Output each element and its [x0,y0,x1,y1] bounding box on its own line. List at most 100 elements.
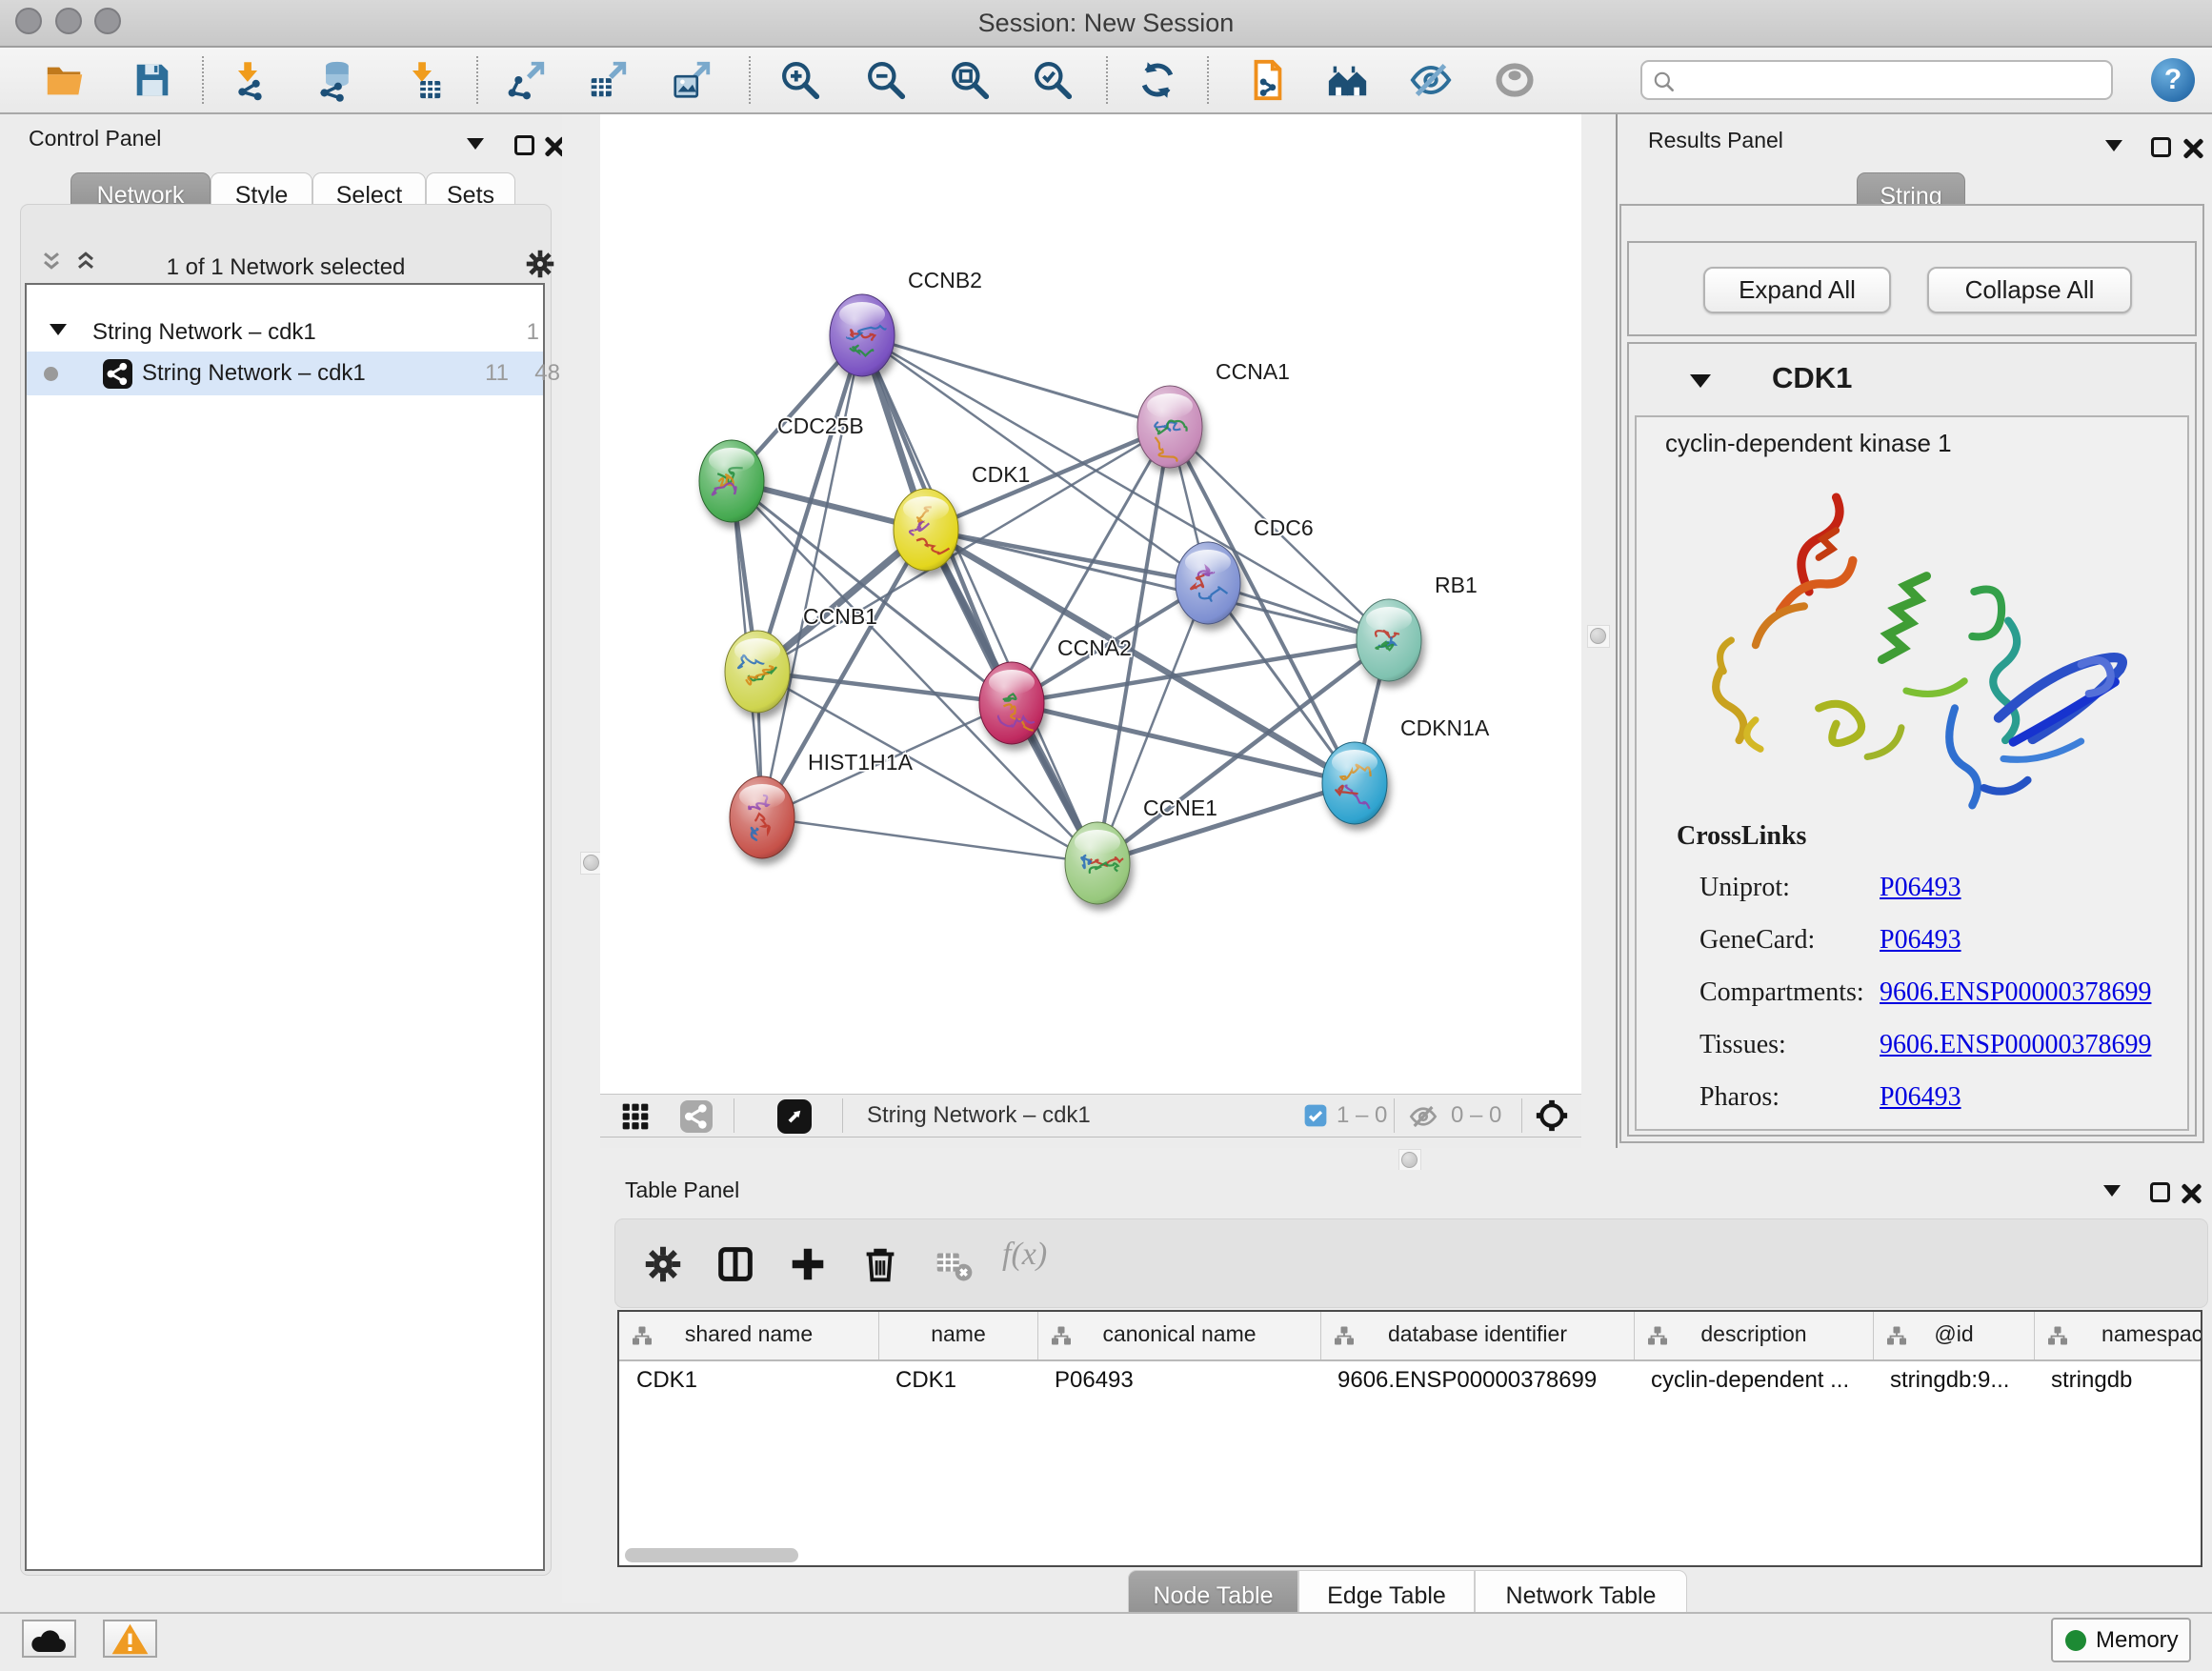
delete-column-icon[interactable] [858,1242,900,1284]
open-in-browser-icon[interactable] [1326,58,1370,102]
open-session-icon[interactable] [43,58,87,102]
zoom-selected-icon[interactable] [1031,58,1075,102]
toolbar-separator [749,56,751,104]
crosshair-icon[interactable] [1534,1097,1570,1134]
divider [1521,1098,1522,1133]
column-header-canonical-name[interactable]: canonical name [1037,1312,1320,1359]
panel-menu-icon[interactable] [2103,1185,2121,1197]
cell-shared-name: CDK1 [636,1367,876,1399]
node-label: CCNA1 [1216,359,1290,384]
birdseye-view-icon[interactable] [777,1099,812,1134]
save-session-icon[interactable] [131,58,174,102]
cytoscape-window: Session: New Session ? Control Panel Net… [0,0,2212,1671]
network-options-gear-icon[interactable] [523,247,557,281]
node-label: CDC25B [777,413,864,438]
warning-button[interactable] [103,1620,157,1658]
crosslink-label: Compartments: [1699,977,1864,1008]
column-header-description[interactable]: description [1634,1312,1873,1359]
node-RB1[interactable]: RB1 [1357,573,1478,681]
protein-description: cyclin-dependent kinase 1 [1665,429,1952,458]
edge-CCNB2-RB1 [862,335,1389,640]
right-splitter[interactable] [1581,114,1616,1148]
cell-name: CDK1 [895,1367,1036,1399]
network-row[interactable]: String Network – cdk1 11 48 [27,352,543,395]
node-label: RB1 [1435,573,1478,597]
table-settings-gear-icon[interactable] [641,1242,683,1284]
right-splitter-handle[interactable] [1587,625,1610,648]
zoom-fit-icon[interactable] [948,58,992,102]
function-builder-icon[interactable]: f(x) [1002,1237,1088,1278]
export-network-icon[interactable] [504,58,548,102]
panel-menu-icon[interactable] [467,138,484,150]
export-table-icon[interactable] [586,58,630,102]
left-splitter[interactable] [562,114,600,1603]
column-header-namespace[interactable]: namespace [2034,1312,2202,1359]
export-image-icon[interactable] [670,58,714,102]
collection-expander-icon[interactable] [50,324,67,335]
panel-float-icon[interactable] [514,135,534,155]
bottom-splitter-handle[interactable] [1398,1149,1421,1172]
node-label: CCNE1 [1143,795,1217,820]
crosslink-value-link[interactable]: P06493 [1880,925,1961,956]
results-panel: Results Panel String Expand All Collapse… [1616,114,2212,1148]
column-header-name[interactable]: name [878,1312,1037,1359]
import-table-file-icon[interactable] [402,58,446,102]
horizontal-scrollbar-thumb[interactable] [625,1548,798,1562]
node-CCNA1[interactable]: CCNA1 [1137,359,1290,468]
network-collection-row[interactable]: String Network – cdk1 1 [27,311,543,352]
node-table: shared namenamecanonical namedatabase id… [617,1310,2202,1567]
search-input[interactable] [1684,64,2107,98]
collapse-all-button[interactable]: Collapse All [1927,267,2132,313]
crosslink-value-link[interactable]: 9606.ENSP00000378699 [1880,1030,2151,1060]
memory-button[interactable]: Memory [2051,1618,2191,1662]
crosslink-value-link[interactable]: P06493 [1880,873,1961,903]
cell-namespace: stringdb [2051,1367,2202,1399]
network-node-count: 11 [463,360,509,387]
hidden-eye-icon[interactable] [1408,1101,1438,1132]
cloud-button[interactable] [22,1620,76,1658]
table-panel: Table Panel f(x) shared namenamecanonica… [600,1170,2212,1612]
panel-menu-icon[interactable] [2105,140,2122,151]
panel-close-icon[interactable] [2182,137,2204,160]
clear-table-icon[interactable] [932,1242,974,1284]
hide-selection-icon[interactable] [1409,58,1453,102]
bottom-splitter[interactable] [600,1148,2212,1170]
crosslink-value-link[interactable]: 9606.ENSP00000378699 [1880,977,2151,1008]
zoom-in-icon[interactable] [778,58,822,102]
apply-layout-icon[interactable] [1136,58,1179,102]
panel-float-icon[interactable] [2150,1182,2170,1202]
column-header-database-identifier[interactable]: database identifier [1320,1312,1634,1359]
expand-all-button[interactable]: Expand All [1703,267,1891,313]
help-icon[interactable]: ? [2151,58,2195,102]
network-tree: String Network – cdk1 1 String Network –… [25,283,545,1571]
column-header-shared-name[interactable]: shared name [619,1312,878,1359]
protein-structure-image [1663,465,2149,815]
crosslinks-title: CrossLinks [1677,821,1806,852]
table-header-row: shared namenamecanonical namedatabase id… [619,1312,2201,1361]
toolbar-separator [202,56,204,104]
crosslink-label: Pharos: [1699,1082,1780,1113]
network-canvas[interactable]: CCNB2CCNA1CDC25BCDK1CDC6RB1CCNB1CCNA2CDK… [600,114,1581,1094]
node-CDKN1A[interactable]: CDKN1A [1322,715,1490,824]
panel-close-icon[interactable] [2180,1182,2202,1205]
crosslink-label: Uniprot: [1699,873,1790,903]
show-all-icon[interactable] [1493,58,1537,102]
network-view-toolbar: String Network – cdk1 1 – 0 0 – 0 [600,1094,1581,1137]
selected-checkbox-icon[interactable] [1303,1103,1328,1128]
node-label: CCNA2 [1057,635,1132,660]
crosslink-value-link[interactable]: P06493 [1880,1082,1961,1113]
grid-view-icon[interactable] [620,1101,651,1132]
network-from-clipboard-icon[interactable] [1245,58,1289,102]
add-column-icon[interactable] [786,1242,828,1284]
import-network-database-icon[interactable] [313,58,357,102]
panel-float-icon[interactable] [2151,137,2171,157]
column-header--id[interactable]: @id [1873,1312,2034,1359]
share-network-icon[interactable] [680,1100,713,1133]
import-network-file-icon[interactable] [228,58,271,102]
protein-section: CDK1 cyclin-dependent kinase 1 [1627,342,2197,1137]
split-columns-icon[interactable] [714,1242,755,1284]
network-status-dot-icon [44,367,58,381]
edge-CCNB2-CCNE1 [862,335,1097,863]
zoom-out-icon[interactable] [864,58,908,102]
section-collapse-icon[interactable] [1690,374,1711,388]
